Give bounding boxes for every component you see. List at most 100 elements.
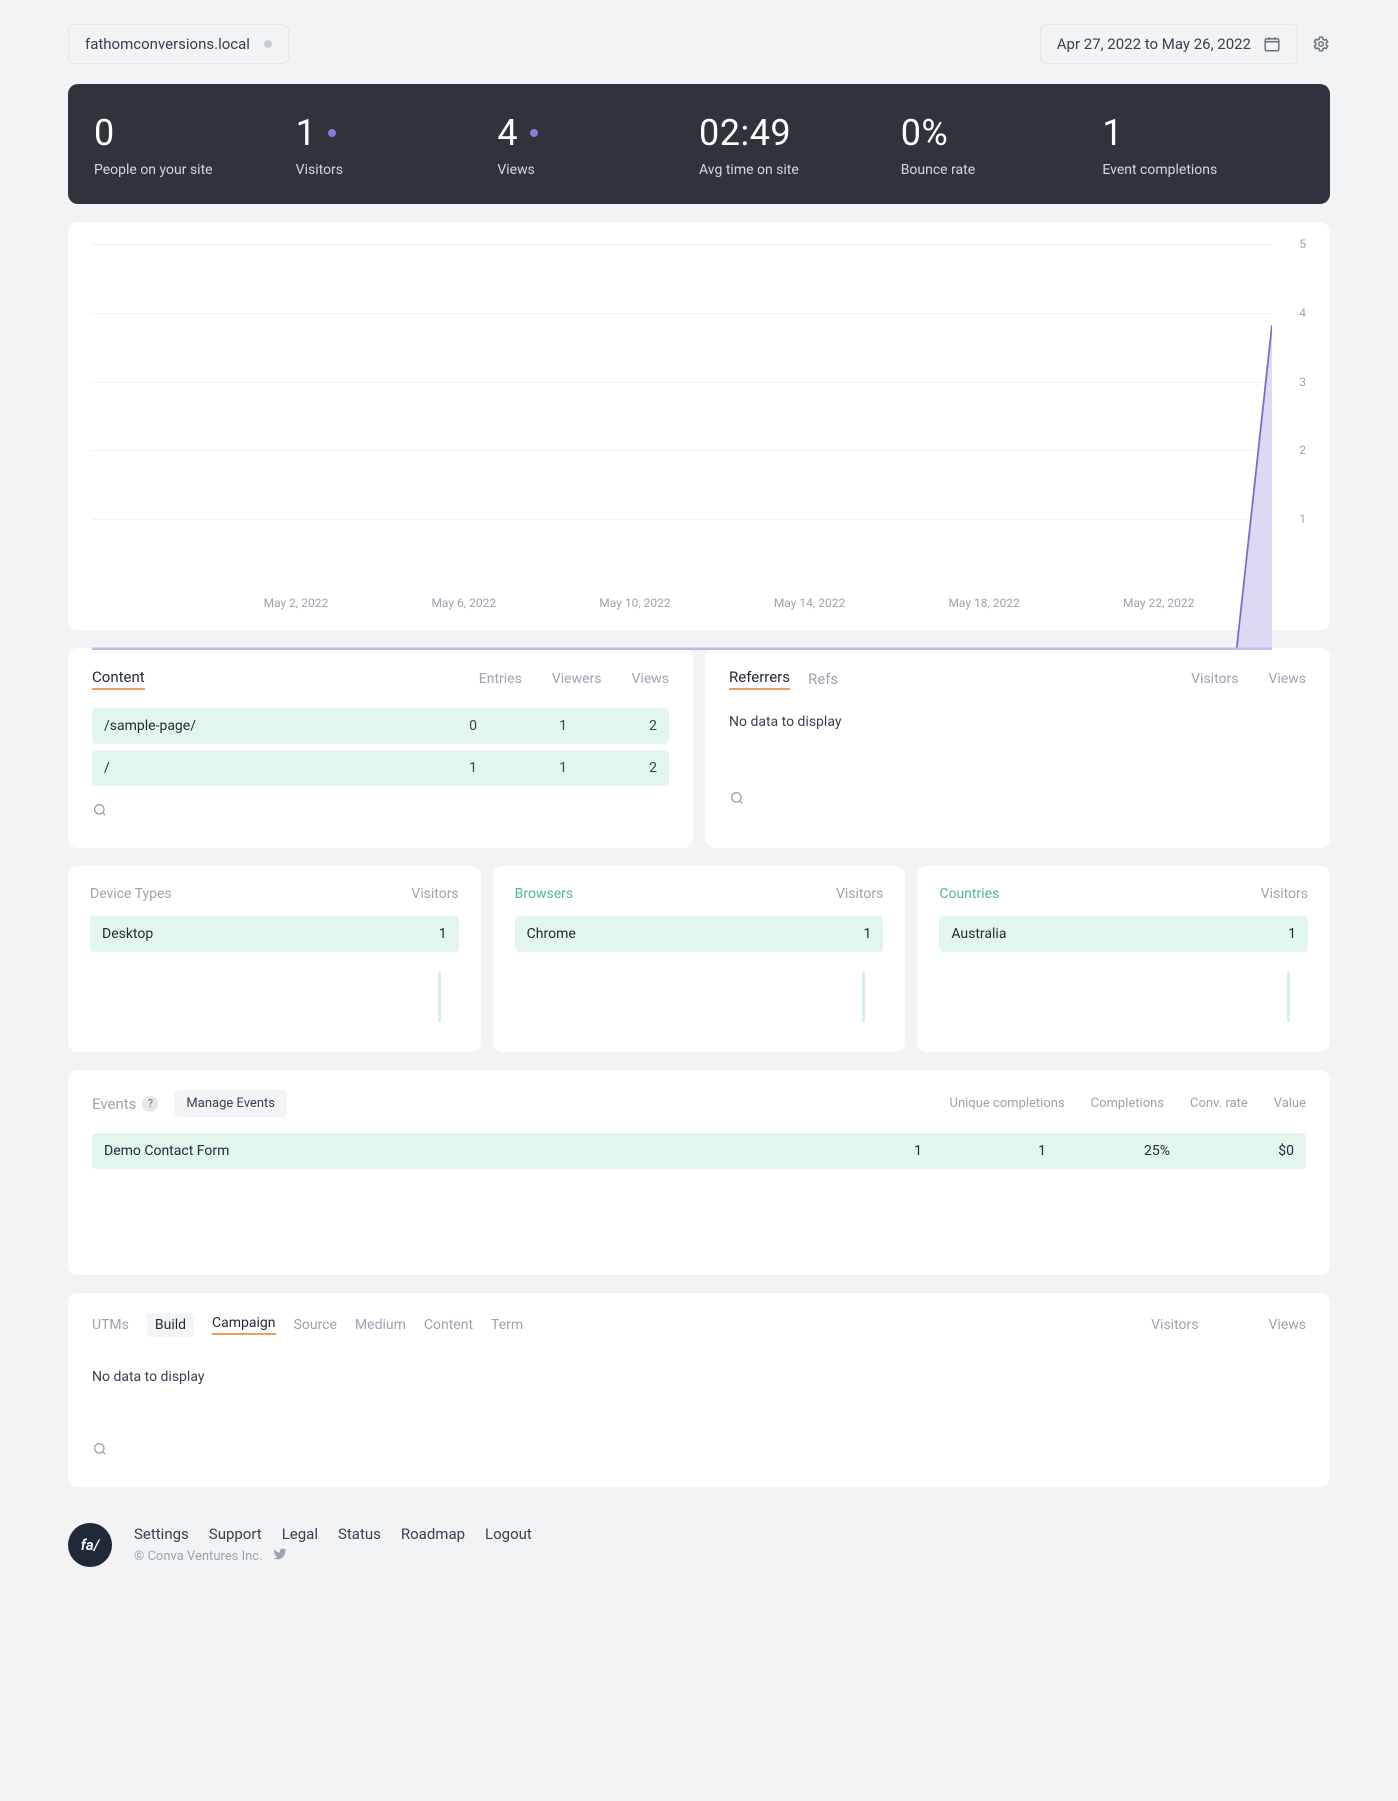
stat[interactable]: 0% Bounce rate: [901, 112, 1103, 178]
browsers-col: Visitors: [836, 886, 883, 902]
countries-col: Visitors: [1261, 886, 1308, 902]
site-name: fathomconversions.local: [85, 35, 250, 53]
search-icon[interactable]: [92, 802, 108, 818]
y-tick: 5: [1299, 237, 1306, 251]
status-dot-icon: [264, 40, 272, 48]
footer: fa/ Settings Support Legal Status Roadmap Log…: [68, 1523, 1330, 1567]
stat[interactable]: 4 Views: [497, 112, 699, 178]
stat-value: 0%: [901, 112, 949, 154]
col-header: Viewers: [552, 671, 602, 687]
chart-card: 12345 May 2, 2022May 6, 2022May 10, 2022…: [68, 222, 1330, 630]
table-row[interactable]: /112: [92, 750, 669, 786]
stat-label: Views: [497, 162, 699, 178]
browsers-panel: Browsers Visitors Chrome1: [493, 866, 906, 1052]
table-row[interactable]: Demo Contact Form 1 1 25% $0: [92, 1133, 1306, 1169]
twitter-icon[interactable]: [273, 1547, 287, 1565]
footer-link[interactable]: Status: [338, 1525, 381, 1543]
help-icon[interactable]: ?: [142, 1096, 158, 1112]
stat-value: 4: [497, 112, 518, 154]
date-range-text: Apr 27, 2022 to May 26, 2022: [1057, 35, 1251, 53]
scrollbar-icon: [438, 972, 441, 1022]
search-icon[interactable]: [92, 1441, 108, 1457]
stat-value: 0: [94, 112, 115, 154]
stat-value: 1: [296, 112, 317, 154]
stat[interactable]: 0 People on your site: [94, 112, 296, 178]
col-header: Entries: [479, 671, 522, 687]
pulse-icon: [328, 129, 336, 137]
tab-medium[interactable]: Medium: [355, 1317, 406, 1333]
stat[interactable]: 1 Event completions: [1102, 112, 1304, 178]
countries-panel: Countries Visitors Australia1: [917, 866, 1330, 1052]
tab-source[interactable]: Source: [294, 1317, 337, 1333]
col-visitors: Visitors: [1151, 1317, 1198, 1333]
footer-link[interactable]: Roadmap: [401, 1525, 465, 1543]
table-row[interactable]: Desktop1: [90, 916, 459, 952]
utm-build-button[interactable]: Build: [147, 1313, 194, 1337]
stat-label: People on your site: [94, 162, 296, 178]
stat-label: Event completions: [1102, 162, 1304, 178]
footer-link[interactable]: Logout: [485, 1525, 532, 1543]
y-tick: 4: [1299, 306, 1306, 320]
devices-col: Visitors: [411, 886, 458, 902]
topbar: fathomconversions.local Apr 27, 2022 to …: [68, 24, 1330, 64]
tab-content[interactable]: Content: [424, 1317, 473, 1333]
stat-label: Avg time on site: [699, 162, 901, 178]
col-views: Views: [1269, 1317, 1307, 1333]
devices-title: Device Types: [90, 886, 172, 902]
events-title: Events: [92, 1095, 136, 1113]
manage-events-button[interactable]: Manage Events: [174, 1090, 287, 1117]
devices-panel: Device Types Visitors Desktop1: [68, 866, 481, 1052]
logo-icon[interactable]: fa/: [68, 1523, 112, 1567]
stat-label: Visitors: [296, 162, 498, 178]
tab-refs[interactable]: Refs: [808, 670, 838, 688]
footer-link[interactable]: Settings: [134, 1525, 189, 1543]
utms-panel: UTMs Build Campaign Source Medium Conten…: [68, 1293, 1330, 1487]
y-tick: 3: [1299, 375, 1306, 389]
event-name: Demo Contact Form: [104, 1143, 229, 1159]
browsers-title[interactable]: Browsers: [515, 886, 573, 902]
search-icon[interactable]: [729, 790, 745, 806]
y-tick: 2: [1299, 443, 1306, 457]
y-tick: 1: [1299, 512, 1306, 526]
footer-link[interactable]: Legal: [282, 1525, 318, 1543]
tab-campaign[interactable]: Campaign: [212, 1315, 275, 1335]
date-range-picker[interactable]: Apr 27, 2022 to May 26, 2022: [1040, 24, 1298, 64]
events-panel: Events? Manage Events Unique completions…: [68, 1070, 1330, 1275]
col-visitors: Visitors: [1191, 671, 1238, 687]
tab-referrers[interactable]: Referrers: [729, 668, 790, 690]
tab-term[interactable]: Term: [491, 1317, 523, 1333]
page-path: /: [104, 760, 110, 776]
scrollbar-icon: [1287, 972, 1290, 1022]
tab-content[interactable]: Content: [92, 668, 145, 690]
table-row[interactable]: /sample-page/012: [92, 708, 669, 744]
stat[interactable]: 1 Visitors: [296, 112, 498, 178]
col-header: Completions: [1091, 1096, 1164, 1111]
stat-label: Bounce rate: [901, 162, 1103, 178]
footer-link[interactable]: Support: [209, 1525, 262, 1543]
copyright-text: © Conva Ventures Inc.: [134, 1549, 263, 1564]
utms-nodata: No data to display: [92, 1363, 1306, 1405]
col-header: Unique completions: [950, 1096, 1065, 1111]
calendar-icon: [1263, 35, 1281, 53]
stats-bar: 0People on your site1Visitors4Views02:49…: [68, 84, 1330, 204]
stat-value: 02:49: [699, 112, 791, 154]
referrers-panel: Referrers Refs Visitors Views No data to…: [705, 648, 1330, 848]
col-header: Conv. rate: [1190, 1096, 1248, 1111]
col-views: Views: [1269, 671, 1307, 687]
table-row[interactable]: Chrome1: [515, 916, 884, 952]
page-path: /sample-page/: [104, 718, 196, 734]
chart-svg: [92, 244, 1272, 650]
table-row[interactable]: Australia1: [939, 916, 1308, 952]
countries-title[interactable]: Countries: [939, 886, 999, 902]
stat-value: 1: [1102, 112, 1123, 154]
utms-label: UTMs: [92, 1317, 129, 1333]
scrollbar-icon: [862, 972, 865, 1022]
site-selector[interactable]: fathomconversions.local: [68, 24, 289, 64]
referrers-nodata: No data to display: [729, 708, 1306, 750]
stat[interactable]: 02:49 Avg time on site: [699, 112, 901, 178]
gear-icon[interactable]: [1312, 35, 1330, 53]
col-header: Views: [632, 671, 670, 687]
pulse-icon: [530, 129, 538, 137]
col-header: Value: [1274, 1096, 1306, 1111]
content-panel: Content Entries Viewers Views /sample-page…: [68, 648, 693, 848]
